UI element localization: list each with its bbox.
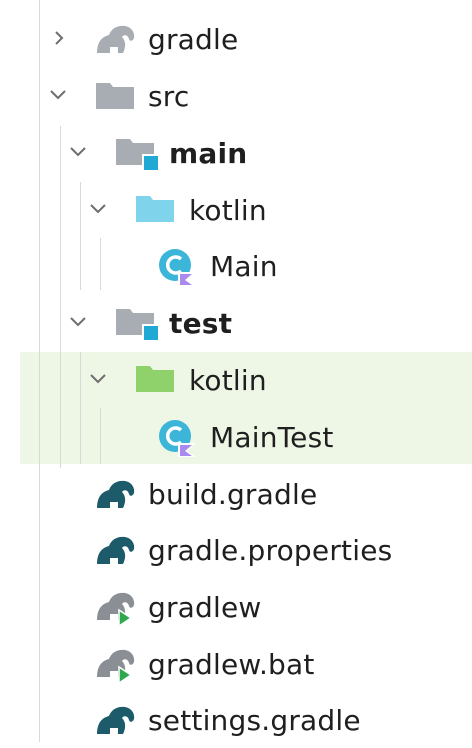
chevron-down-icon[interactable] [50,88,66,102]
tree-item-kotlin-test[interactable]: kotlin [0,352,472,409]
tree-item-gradlew-bat[interactable]: gradlew.bat [0,635,472,692]
tree-item-maintest[interactable]: MainTest [0,408,472,465]
tree-item-label: gradle [148,23,239,56]
tree-item-label: settings.gradle [148,704,361,737]
chevron-right-icon[interactable] [52,31,66,45]
chevron-down-icon[interactable] [90,372,106,386]
source-folder-icon [116,137,162,173]
tree-item-label: gradlew [148,591,262,624]
gradle-file-icon [95,534,137,566]
tree-item-build-gradle[interactable]: build.gradle [0,466,472,523]
folder-icon [96,81,136,111]
tree-item-label: test [169,307,233,340]
gradle-file-icon [95,478,137,510]
tree-item-gradlew[interactable]: gradlew [0,579,472,636]
tree-item-gradle[interactable]: gradle [0,12,472,69]
tree-item-label: src [148,80,190,113]
tree-item-label: build.gradle [148,478,318,511]
chevron-down-icon[interactable] [70,145,86,159]
chevron-down-icon[interactable] [90,202,106,216]
gradle-folder-icon [95,23,137,55]
tree-item-label: MainTest [210,421,334,454]
kotlin-class-icon [158,248,202,286]
tree-item-gradle-properties[interactable]: gradle.properties [0,522,472,579]
tree-item-label: gradle.properties [148,534,393,567]
tree-item-kotlin-main[interactable]: kotlin [0,182,472,239]
kotlin-source-folder-icon [136,194,176,224]
tree-item-label: kotlin [189,364,267,397]
tree-item-label: main [169,137,248,170]
gradle-wrapper-icon [95,647,137,683]
project-tree: gradle src main kotlin Main test kotlin … [0,0,472,742]
chevron-down-icon[interactable] [70,315,86,329]
tree-item-settings-gradle[interactable]: settings.gradle [0,691,472,748]
tree-item-src[interactable]: src [0,68,472,125]
kotlin-class-icon [158,419,202,457]
tree-item-label: Main [210,250,278,283]
tree-item-main-class[interactable]: Main [0,238,472,295]
gradle-file-icon [95,704,137,736]
kotlin-test-folder-icon [136,364,176,394]
tree-item-label: gradlew.bat [148,648,315,681]
tree-item-test[interactable]: test [0,295,472,352]
tree-item-label: kotlin [189,194,267,227]
test-folder-icon [116,307,162,343]
gradle-wrapper-icon [95,590,137,626]
tree-item-main[interactable]: main [0,125,472,182]
